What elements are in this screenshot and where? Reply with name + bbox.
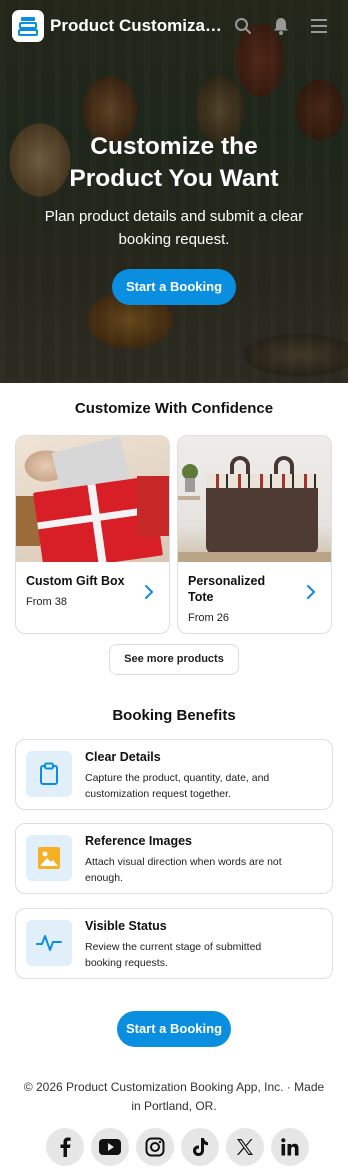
image-icon xyxy=(26,835,72,881)
product-cards: Custom Gift Box From 38 Personalized Tot… xyxy=(15,435,333,634)
start-booking-button-bottom[interactable]: Start a Booking xyxy=(117,1011,231,1047)
top-bar: Product Customizatio... xyxy=(0,0,348,52)
footer-copyright: © 2026 Product Customization Booking App… xyxy=(23,1080,325,1113)
hero-content: Customize the Product You Want Plan prod… xyxy=(0,131,348,305)
tiktok-icon[interactable] xyxy=(181,1128,219,1166)
hero-subtitle: Plan product details and submit a clear … xyxy=(44,208,304,248)
clipboard-icon xyxy=(26,751,72,797)
product-price: From 26 xyxy=(188,612,229,624)
benefit-description: Attach visual direction when words are n… xyxy=(85,856,282,884)
hero-title-line1: Customize the xyxy=(90,133,258,160)
app-title[interactable]: Product Customizatio... xyxy=(50,16,226,36)
hero-title-line2: Product You Want xyxy=(69,165,279,192)
benefit-description: Review the current stage of submitted bo… xyxy=(85,941,262,969)
product-price: From 38 xyxy=(26,596,67,608)
see-more-products-button[interactable]: See more products xyxy=(109,644,239,675)
facebook-icon[interactable] xyxy=(46,1128,84,1166)
product-card-gift-box[interactable]: Custom Gift Box From 38 xyxy=(15,435,170,634)
benefit-description: Capture the product, quantity, date, and… xyxy=(85,772,270,800)
benefit-card-reference-images: Reference Images Attach visual direction… xyxy=(15,823,333,894)
social-links xyxy=(46,1128,309,1166)
activity-icon xyxy=(26,920,72,966)
confidence-section-title: Customize With Confidence xyxy=(74,400,274,417)
x-icon[interactable] xyxy=(226,1128,264,1166)
linkedin-icon[interactable] xyxy=(271,1128,309,1166)
product-name: Custom Gift Box xyxy=(26,574,125,588)
tote-image xyxy=(178,436,331,562)
hero-title: Customize the Product You Want xyxy=(0,131,348,195)
benefit-title: Clear Details xyxy=(85,750,161,764)
instagram-icon[interactable] xyxy=(136,1128,174,1166)
benefit-title: Reference Images xyxy=(85,834,193,848)
chevron-right-icon[interactable] xyxy=(143,584,155,600)
product-card-tote[interactable]: Personalized Tote From 26 xyxy=(177,435,332,634)
product-name: Personalized Tote xyxy=(188,574,266,604)
hero-section: Product Customizatio... Customize the Pr… xyxy=(0,0,348,383)
benefits-section-title: Booking Benefits xyxy=(112,707,236,724)
gift-box-image xyxy=(16,436,169,562)
benefit-card-clear-details: Clear Details Capture the product, quant… xyxy=(15,739,333,810)
benefit-title: Visible Status xyxy=(85,919,167,933)
youtube-icon[interactable] xyxy=(91,1128,129,1166)
logo-icon[interactable] xyxy=(12,10,44,42)
chevron-right-icon[interactable] xyxy=(305,584,317,600)
benefit-card-visible-status: Visible Status Review the current stage … xyxy=(15,908,333,979)
start-booking-button[interactable]: Start a Booking xyxy=(111,269,237,305)
